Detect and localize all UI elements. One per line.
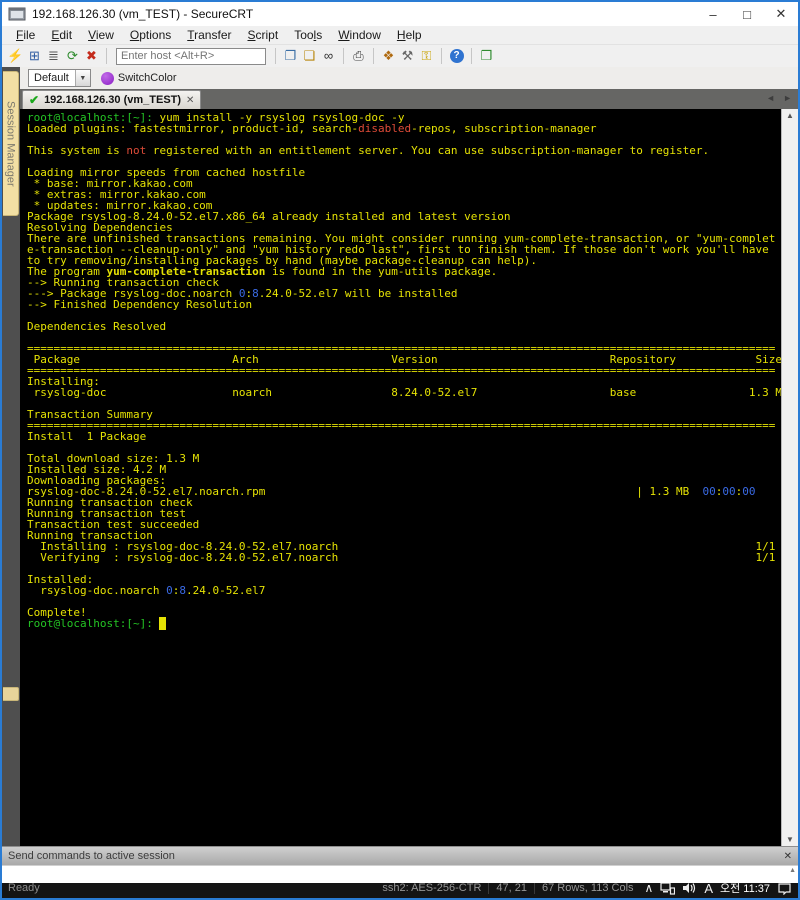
connect-in-tab-icon[interactable]: ⊞	[25, 47, 44, 65]
menu-help[interactable]: Help	[389, 27, 430, 43]
terminal-line: rsyslog-doc noarch 8.24.0-52.el7 base 1.…	[27, 387, 781, 398]
session-manager-vertical-tab[interactable]: Session Manager	[3, 71, 19, 216]
keymap-dropdown[interactable]: Default ▼	[28, 69, 91, 87]
status-ready: Ready	[8, 882, 40, 894]
sidebar-collapsed-tab[interactable]	[3, 687, 19, 701]
toolbar-separator	[106, 48, 107, 64]
status-cursor-position: 47, 21	[496, 882, 527, 894]
terminal-line: This system is not registered with an en…	[27, 145, 781, 156]
terminal-line: Loaded plugins: fastestmirror, product-i…	[27, 123, 781, 134]
tab-bar: ✔ 192.168.126.30 (vm_TEST) ✕ ◄ ►	[20, 89, 798, 109]
session-toolbar: Default ▼ SwitchColor	[20, 67, 798, 89]
network-icon[interactable]	[660, 882, 675, 895]
ime-indicator[interactable]: A	[704, 881, 713, 896]
find-icon[interactable]: ∞	[319, 47, 338, 65]
terminal-line	[27, 596, 781, 607]
minimize-icon[interactable]: –	[696, 2, 730, 26]
status-separator	[488, 882, 489, 894]
status-terminal-size: 67 Rows, 113 Cols	[542, 882, 634, 894]
switchcolor-icon[interactable]	[101, 72, 114, 85]
toolbar-separator	[373, 48, 374, 64]
print-icon[interactable]: ⎙	[349, 47, 368, 65]
scroll-up-icon[interactable]: ▲	[786, 109, 794, 122]
menu-tools[interactable]: Tools	[286, 27, 330, 43]
app-icon	[8, 7, 26, 21]
keymap-dropdown-value: Default	[29, 70, 75, 86]
properties-icon[interactable]: ❖	[379, 47, 398, 65]
toolbar-separator	[471, 48, 472, 64]
terminal-line: --> Finished Dependency Resolution	[27, 299, 781, 310]
terminal-line	[27, 563, 781, 574]
terminal-line: ========================================…	[27, 365, 781, 376]
session-manager-label: Session Manager	[5, 101, 17, 187]
terminal-line: Dependencies Resolved	[27, 321, 781, 332]
command-window-title: Send commands to active session	[8, 850, 175, 862]
window-title: 192.168.126.30 (vm_TEST) - SecureCRT	[32, 7, 253, 21]
terminal-scrollbar[interactable]: ▲ ▼	[781, 109, 798, 846]
session-options-icon[interactable]: ⚒	[398, 47, 417, 65]
command-input[interactable]	[2, 871, 798, 883]
quick-connect-icon[interactable]: ⚡	[6, 47, 25, 65]
status-separator	[534, 882, 535, 894]
host-input[interactable]	[116, 48, 266, 65]
terminal-line: rsyslog-doc.noarch 0:8.24.0-52.el7	[27, 585, 781, 596]
reconnect-icon[interactable]: ⟳	[63, 47, 82, 65]
command-scroll-up-icon[interactable]: ▲	[789, 867, 796, 874]
speaker-icon[interactable]	[682, 882, 697, 894]
sidebar-strip: Session Manager	[2, 67, 20, 846]
command-window-close-icon[interactable]: ✕	[784, 851, 792, 862]
notification-icon[interactable]	[777, 882, 792, 895]
terminal-line: Install 1 Package	[27, 431, 781, 442]
toolbar-separator	[343, 48, 344, 64]
menu-script[interactable]: Script	[240, 27, 287, 43]
tab-scroll-right-icon[interactable]: ►	[783, 93, 792, 103]
title-bar: 192.168.126.30 (vm_TEST) - SecureCRT – □…	[2, 2, 798, 26]
close-icon[interactable]: ✕	[764, 2, 798, 26]
copy-icon[interactable]: ❐	[281, 47, 300, 65]
menu-bar: FileEditViewOptionsTransferScriptToolsWi…	[2, 26, 798, 45]
tray-chevron-up-icon[interactable]: ∧	[645, 881, 654, 895]
connected-check-icon: ✔	[29, 93, 39, 107]
menu-window[interactable]: Window	[330, 27, 389, 43]
terminal-screen[interactable]: root@localhost:[~]: yum install -y rsysl…	[20, 109, 781, 846]
command-window-header[interactable]: Send commands to active session ✕	[2, 846, 798, 865]
menu-edit[interactable]: Edit	[43, 27, 80, 43]
tab-scroll-left-icon[interactable]: ◄	[766, 93, 775, 103]
help-icon[interactable]: ?	[447, 47, 466, 65]
maximize-icon[interactable]: □	[730, 2, 764, 26]
menu-options[interactable]: Options	[122, 27, 179, 43]
menu-view[interactable]: View	[80, 27, 122, 43]
switchcolor-button[interactable]: SwitchColor	[118, 72, 177, 84]
paste-icon[interactable]: ❏	[300, 47, 319, 65]
securecrt-window: 192.168.126.30 (vm_TEST) - SecureCRT – □…	[0, 0, 800, 900]
menu-file[interactable]: File	[8, 27, 43, 43]
session-tab[interactable]: ✔ 192.168.126.30 (vm_TEST) ✕	[22, 90, 201, 109]
terminal-line: Verifying : rsyslog-doc-8.24.0-52.el7.no…	[27, 552, 781, 563]
chevron-down-icon[interactable]: ▼	[75, 70, 90, 86]
tab-close-icon[interactable]: ✕	[186, 95, 194, 106]
menu-transfer[interactable]: Transfer	[179, 27, 239, 43]
scroll-down-icon[interactable]: ▼	[786, 833, 794, 846]
key-icon[interactable]: ⚿	[417, 47, 436, 65]
new-window-icon[interactable]: ❒	[477, 47, 496, 65]
command-input-row: ▲	[2, 865, 798, 878]
session-tab-label: 192.168.126.30 (vm_TEST)	[44, 94, 181, 106]
status-protocol: ssh2: AES-256-CTR	[382, 882, 481, 894]
main-toolbar: ⚡⊞≣⟳✖ ❐❏∞ ⎙ ❖⚒⚿ ? ❒	[2, 45, 798, 67]
terminal-line: root@localhost:[~]:	[27, 618, 781, 629]
toolbar-separator	[275, 48, 276, 64]
toolbar-separator	[441, 48, 442, 64]
session-manager-icon[interactable]: ≣	[44, 47, 63, 65]
disconnect-icon[interactable]: ✖	[82, 47, 101, 65]
